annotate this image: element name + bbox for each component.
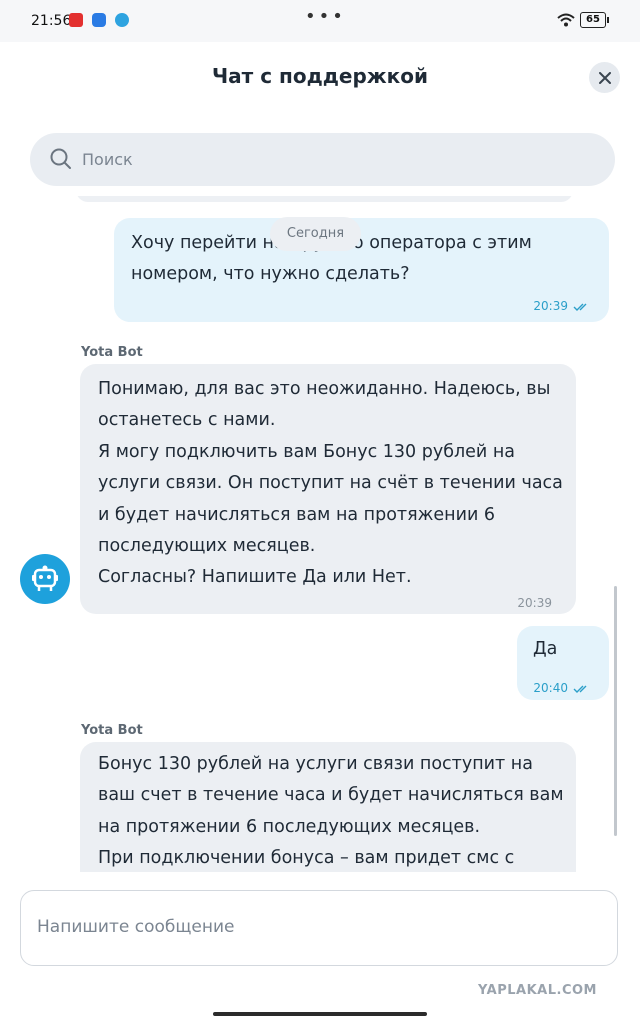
- message-input-placeholder: Напишите сообщение: [37, 917, 235, 937]
- close-button[interactable]: [589, 62, 620, 93]
- status-bar: 21:56 ••• 65: [0, 0, 640, 42]
- battery-indicator: 65: [580, 12, 609, 28]
- more-dots-icon: •••: [305, 6, 346, 27]
- message-time: 20:40: [533, 681, 568, 695]
- home-indicator[interactable]: [213, 1012, 427, 1016]
- chat-messages[interactable]: Хочу перейти на другого оператора с этим…: [0, 196, 640, 872]
- sender-name: Yota Bot: [81, 345, 143, 360]
- message-input[interactable]: Напишите сообщение: [20, 890, 618, 966]
- message-time: 20:39: [533, 299, 568, 313]
- message-time: 20:39: [517, 596, 552, 610]
- mail-notification-icon: [92, 13, 106, 27]
- incoming-message[interactable]: Понимаю, для вас это неожиданно. Надеюсь…: [80, 364, 576, 614]
- double-check-icon: [573, 685, 587, 693]
- search-icon: [50, 148, 71, 169]
- double-check-icon: [573, 303, 587, 311]
- message-text: Бонус 130 рублей на услуги связи поступи…: [98, 754, 564, 869]
- page-title: Чат с поддержкой: [211, 64, 428, 88]
- robot-icon: [32, 565, 58, 591]
- outgoing-message[interactable]: Хочу перейти на другого оператора с этим…: [114, 218, 609, 322]
- message-meta: 20:39: [517, 588, 552, 619]
- wifi-icon: [557, 13, 575, 27]
- status-time: 21:56: [31, 13, 72, 29]
- message-text: Да: [533, 639, 558, 659]
- incoming-message[interactable]: Бонус 130 рублей на услуги связи поступи…: [80, 742, 576, 872]
- search-placeholder: Поиск: [82, 150, 133, 169]
- app-notification-icon: [69, 13, 83, 27]
- close-icon: [598, 71, 611, 84]
- sender-name: Yota Bot: [81, 723, 143, 738]
- telegram-notification-icon: [115, 13, 129, 27]
- search-input[interactable]: Поиск: [30, 133, 615, 186]
- message-meta: 20:39: [533, 291, 591, 322]
- previous-message-edge: [76, 196, 573, 202]
- outgoing-message[interactable]: Да 20:40: [517, 626, 609, 700]
- date-separator: Сегодня: [270, 217, 361, 251]
- bot-avatar: [20, 554, 70, 604]
- chat-scrollbar[interactable]: [614, 586, 617, 836]
- watermark: YAPLAKAL.COM: [478, 983, 597, 998]
- message-text: Понимаю, для вас это неожиданно. Надеюсь…: [98, 379, 563, 588]
- message-meta: 20:40: [533, 673, 591, 704]
